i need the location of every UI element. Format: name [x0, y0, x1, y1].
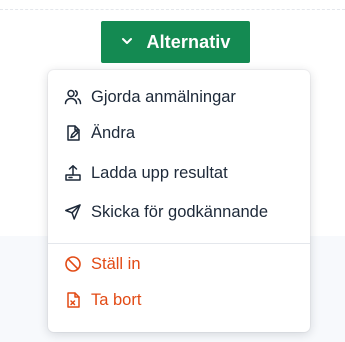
page: Alternativ Gjorda anmälningar Ändra Ladd…: [0, 0, 345, 342]
upload-icon: [64, 164, 82, 182]
cancel-icon: [64, 255, 82, 273]
menu-item-label: Ladda upp resultat: [91, 163, 228, 182]
send-icon: [64, 203, 82, 221]
menu-item-label: Ställ in: [91, 254, 141, 273]
alternativ-button-label: Alternativ: [146, 31, 231, 52]
alternativ-dropdown-menu: Gjorda anmälningar Ändra Ladda upp resul…: [48, 70, 310, 332]
menu-item-label: Ändra: [91, 123, 136, 142]
menu-divider: [48, 243, 310, 244]
menu-item-stall-in[interactable]: Ställ in: [48, 246, 310, 282]
menu-item-skicka-for-godkannande[interactable]: Skicka för godkännande: [48, 194, 310, 230]
menu-item-label: Gjorda anmälningar: [91, 87, 236, 106]
users-icon: [64, 88, 82, 106]
menu-item-ladda-upp-resultat[interactable]: Ladda upp resultat: [48, 155, 310, 191]
menu-item-gjorda-anmalningar[interactable]: Gjorda anmälningar: [48, 79, 310, 115]
edit-document-icon: [64, 124, 82, 142]
divider-line: [0, 9, 345, 10]
menu-item-label: Skicka för godkännande: [91, 202, 269, 221]
chevron-down-icon: [120, 32, 134, 53]
delete-file-icon: [64, 291, 82, 309]
menu-item-label: Ta bort: [91, 290, 142, 309]
menu-item-ta-bort[interactable]: Ta bort: [48, 282, 310, 318]
menu-item-andra[interactable]: Ändra: [48, 115, 310, 151]
alternativ-button[interactable]: Alternativ: [101, 21, 250, 63]
